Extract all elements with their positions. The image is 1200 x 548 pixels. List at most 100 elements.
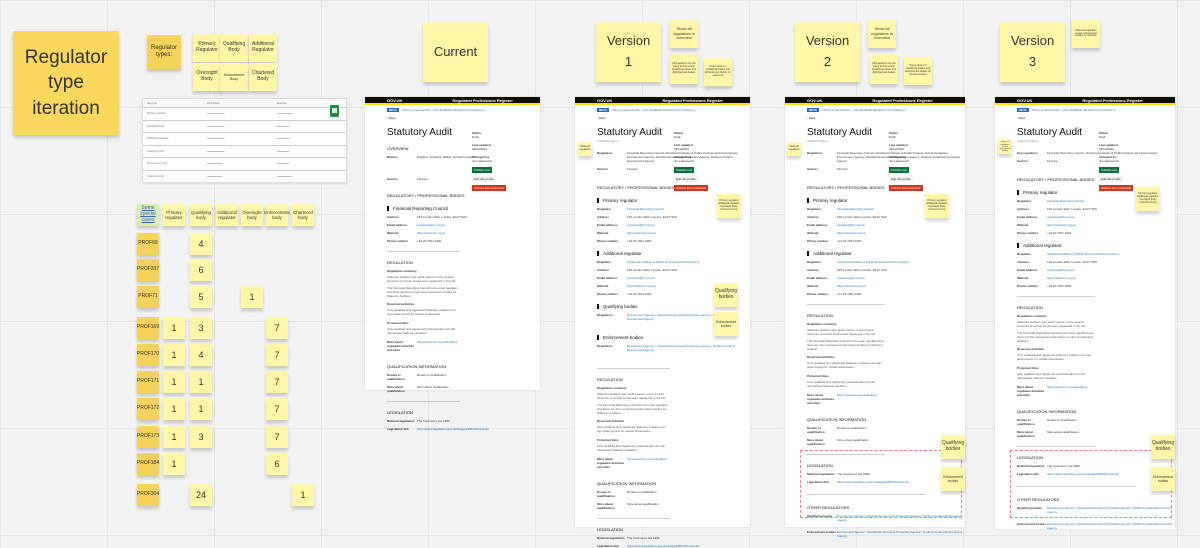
column-version1-sticky[interactable]: Version 1: [596, 22, 661, 82]
type-sticky-additional[interactable]: Additional Regulator: [249, 34, 277, 62]
note-v1-show-all[interactable]: Show all regulators in overview: [670, 20, 698, 48]
archive-button[interactable]: Archive this profession: [472, 185, 507, 191]
publish-button[interactable]: Publish now: [674, 167, 695, 173]
note-v2-show-all[interactable]: Show all regulators in overview: [868, 20, 896, 48]
note-v2-show-names[interactable]: Show names of Qualifying bodies and Enfo…: [904, 57, 932, 85]
detail-row: Address 125 London Wall, London, EC2Y 5AS: [597, 268, 678, 272]
note-show-all-regulators[interactable]: Show all regulators: [578, 142, 592, 156]
matrix-header-sticky[interactable]: Enforcement body: [264, 204, 290, 226]
matrix-value-sticky[interactable]: 1: [163, 317, 185, 339]
matrix-row-id-sticky[interactable]: PROF169: [137, 317, 159, 339]
special-cases-sticky[interactable]: Some special cases: [137, 204, 159, 226]
matrix-value-sticky[interactable]: 3: [190, 317, 212, 339]
matrix-header-sticky[interactable]: Additional regulator: [216, 204, 238, 226]
matrix-row-id-sticky[interactable]: PROF68: [137, 233, 159, 255]
detail-row: Regulators Financial Reporting Council, C…: [597, 151, 739, 163]
matrix-row-id-sticky[interactable]: PROF173: [137, 426, 159, 448]
note-enforcement-bodies[interactable]: Enforcement bodies: [714, 312, 738, 336]
type-sticky-enforcement[interactable]: Enforcement Body: [220, 63, 248, 91]
note-show-all-except-enforcement[interactable]: Show all regulators except enforcement b…: [998, 140, 1012, 154]
note-v3-show-all[interactable]: Show all regulators except enforcement b…: [1072, 20, 1100, 48]
matrix-row-id-sticky[interactable]: PROF170: [137, 344, 159, 366]
note-qualifying-bodies[interactable]: Qualifying bodies: [714, 283, 738, 307]
matrix-row-id-sticky[interactable]: PROF304: [137, 484, 159, 506]
matrix-value-sticky[interactable]: 7: [266, 398, 288, 420]
matrix-value-sticky[interactable]: 7: [266, 317, 288, 339]
govuk-logo[interactable]: GOV.UK: [597, 98, 612, 103]
matrix-value-sticky[interactable]: 1: [163, 426, 185, 448]
note-v1-show-names[interactable]: Show names of Qualifying bodies and Enfo…: [704, 58, 732, 86]
detail-row: Website https://www.frc.org.uk: [597, 231, 656, 235]
detail-row: Routes to qualification Routes to qualifi…: [597, 490, 657, 499]
type-sticky-oversight[interactable]: Oversight Body: [193, 63, 221, 91]
note-qualifying-bodies[interactable]: Qualifying bodies: [1151, 435, 1175, 459]
publish-button[interactable]: Publish now: [472, 167, 493, 173]
back-link[interactable]: ‹ Back: [995, 112, 1175, 120]
regulator-types-spreadsheet[interactable]: Reg type Description Example Primary reg…: [142, 98, 347, 183]
matrix-value-sticky[interactable]: 24: [190, 484, 212, 506]
edit-button[interactable]: Edit this profile: [674, 176, 698, 182]
matrix-value-sticky[interactable]: 7: [266, 344, 288, 366]
detail-row: Nations England, Scotland, Wales, Norther…: [387, 155, 475, 159]
matrix-value-sticky[interactable]: 1: [163, 371, 185, 393]
note-v1-same-format[interactable]: All regulators use the same format excep…: [670, 54, 698, 84]
note-enforcement-bodies[interactable]: Enforcement bodies: [941, 467, 965, 491]
column-current-sticky[interactable]: Current: [423, 22, 488, 82]
matrix-row-id-sticky[interactable]: PROF184: [137, 453, 159, 475]
archive-button[interactable]: Archive this profession: [1099, 185, 1134, 191]
type-sticky-primary[interactable]: Primary Regulator: [193, 34, 221, 62]
matrix-row-id-sticky[interactable]: PROF172: [137, 398, 159, 420]
archive-button[interactable]: Archive this profession: [889, 185, 924, 191]
note-regulator-types[interactable]: Primary regulator, Additional regulator,…: [925, 194, 949, 218]
edit-button[interactable]: Edit this profile: [472, 176, 496, 182]
matrix-value-sticky[interactable]: 6: [190, 259, 212, 281]
detail-row: Address 125 London Wall, London, EC2Y 5AS: [807, 268, 888, 272]
archive-button[interactable]: Archive this profession: [674, 185, 709, 191]
matrix-value-sticky[interactable]: 3: [190, 426, 212, 448]
matrix-row-id-sticky[interactable]: PROF171: [137, 371, 159, 393]
note-enforcement-bodies[interactable]: Enforcement bodies: [1151, 467, 1175, 491]
edit-button[interactable]: Edit this profile: [889, 176, 913, 182]
matrix-value-sticky[interactable]: 1: [292, 484, 314, 506]
beta-banner: BETA This is a new service – your feedbac…: [597, 108, 696, 112]
matrix-header-sticky[interactable]: Qualifying body: [190, 204, 212, 226]
matrix-value-sticky[interactable]: 1: [163, 453, 185, 475]
note-v2-same-format[interactable]: All regulators use the same format excep…: [870, 54, 898, 84]
matrix-row-id-sticky[interactable]: PROF337: [137, 259, 159, 281]
type-sticky-qualifying[interactable]: Qualifying Body: [220, 34, 248, 62]
edit-button[interactable]: Edit this profile: [1099, 176, 1123, 182]
govuk-logo[interactable]: GOV.UK: [807, 98, 822, 103]
note-regulator-types[interactable]: Primary regulator, Additional regulator,…: [717, 194, 741, 218]
detail-row: Email address enquiries@frc.org.uk: [1017, 215, 1075, 219]
detail-row: Routes to qualification Routes to qualifi…: [1017, 418, 1077, 427]
regulator-types-sticky[interactable]: Regulator types:: [147, 35, 181, 69]
matrix-header-sticky[interactable]: Oversight body: [241, 204, 263, 226]
note-show-all-regulators[interactable]: Show all regulators: [787, 142, 801, 156]
matrix-value-sticky[interactable]: 1: [241, 286, 263, 308]
matrix-value-sticky[interactable]: 4: [190, 233, 212, 255]
matrix-value-sticky[interactable]: 1: [190, 398, 212, 420]
back-link[interactable]: ‹ Back: [785, 112, 965, 120]
note-qualifying-bodies[interactable]: Qualifying bodies: [941, 435, 965, 459]
back-link[interactable]: ‹ Back: [575, 112, 750, 120]
other-regulators-highlight: [800, 450, 962, 518]
matrix-value-sticky[interactable]: 7: [266, 371, 288, 393]
matrix-value-sticky[interactable]: 5: [190, 286, 212, 308]
type-sticky-chartered[interactable]: Chartered Body: [249, 63, 277, 91]
matrix-value-sticky[interactable]: 4: [190, 344, 212, 366]
publish-button[interactable]: Publish now: [1099, 167, 1120, 173]
matrix-value-sticky[interactable]: 7: [266, 426, 288, 448]
matrix-value-sticky[interactable]: 6: [266, 453, 288, 475]
govuk-logo[interactable]: GOV.UK: [1017, 98, 1032, 103]
note-regulator-types[interactable]: Primary regulator, Additional regulator,…: [1136, 187, 1160, 211]
matrix-row-id-sticky[interactable]: PROF71: [137, 286, 159, 308]
column-version3-sticky[interactable]: Version 3: [1000, 22, 1065, 82]
matrix-value-sticky[interactable]: 1: [190, 371, 212, 393]
matrix-value-sticky[interactable]: 1: [163, 398, 185, 420]
matrix-value-sticky[interactable]: 1: [163, 344, 185, 366]
column-version2-sticky[interactable]: Version 2: [795, 22, 860, 82]
title-sticky[interactable]: Regulator type iteration: [13, 31, 119, 135]
matrix-header-sticky[interactable]: Chartered body: [292, 204, 314, 226]
publish-button[interactable]: Publish now: [889, 167, 910, 173]
matrix-header-sticky[interactable]: Primary regulator: [163, 204, 185, 226]
